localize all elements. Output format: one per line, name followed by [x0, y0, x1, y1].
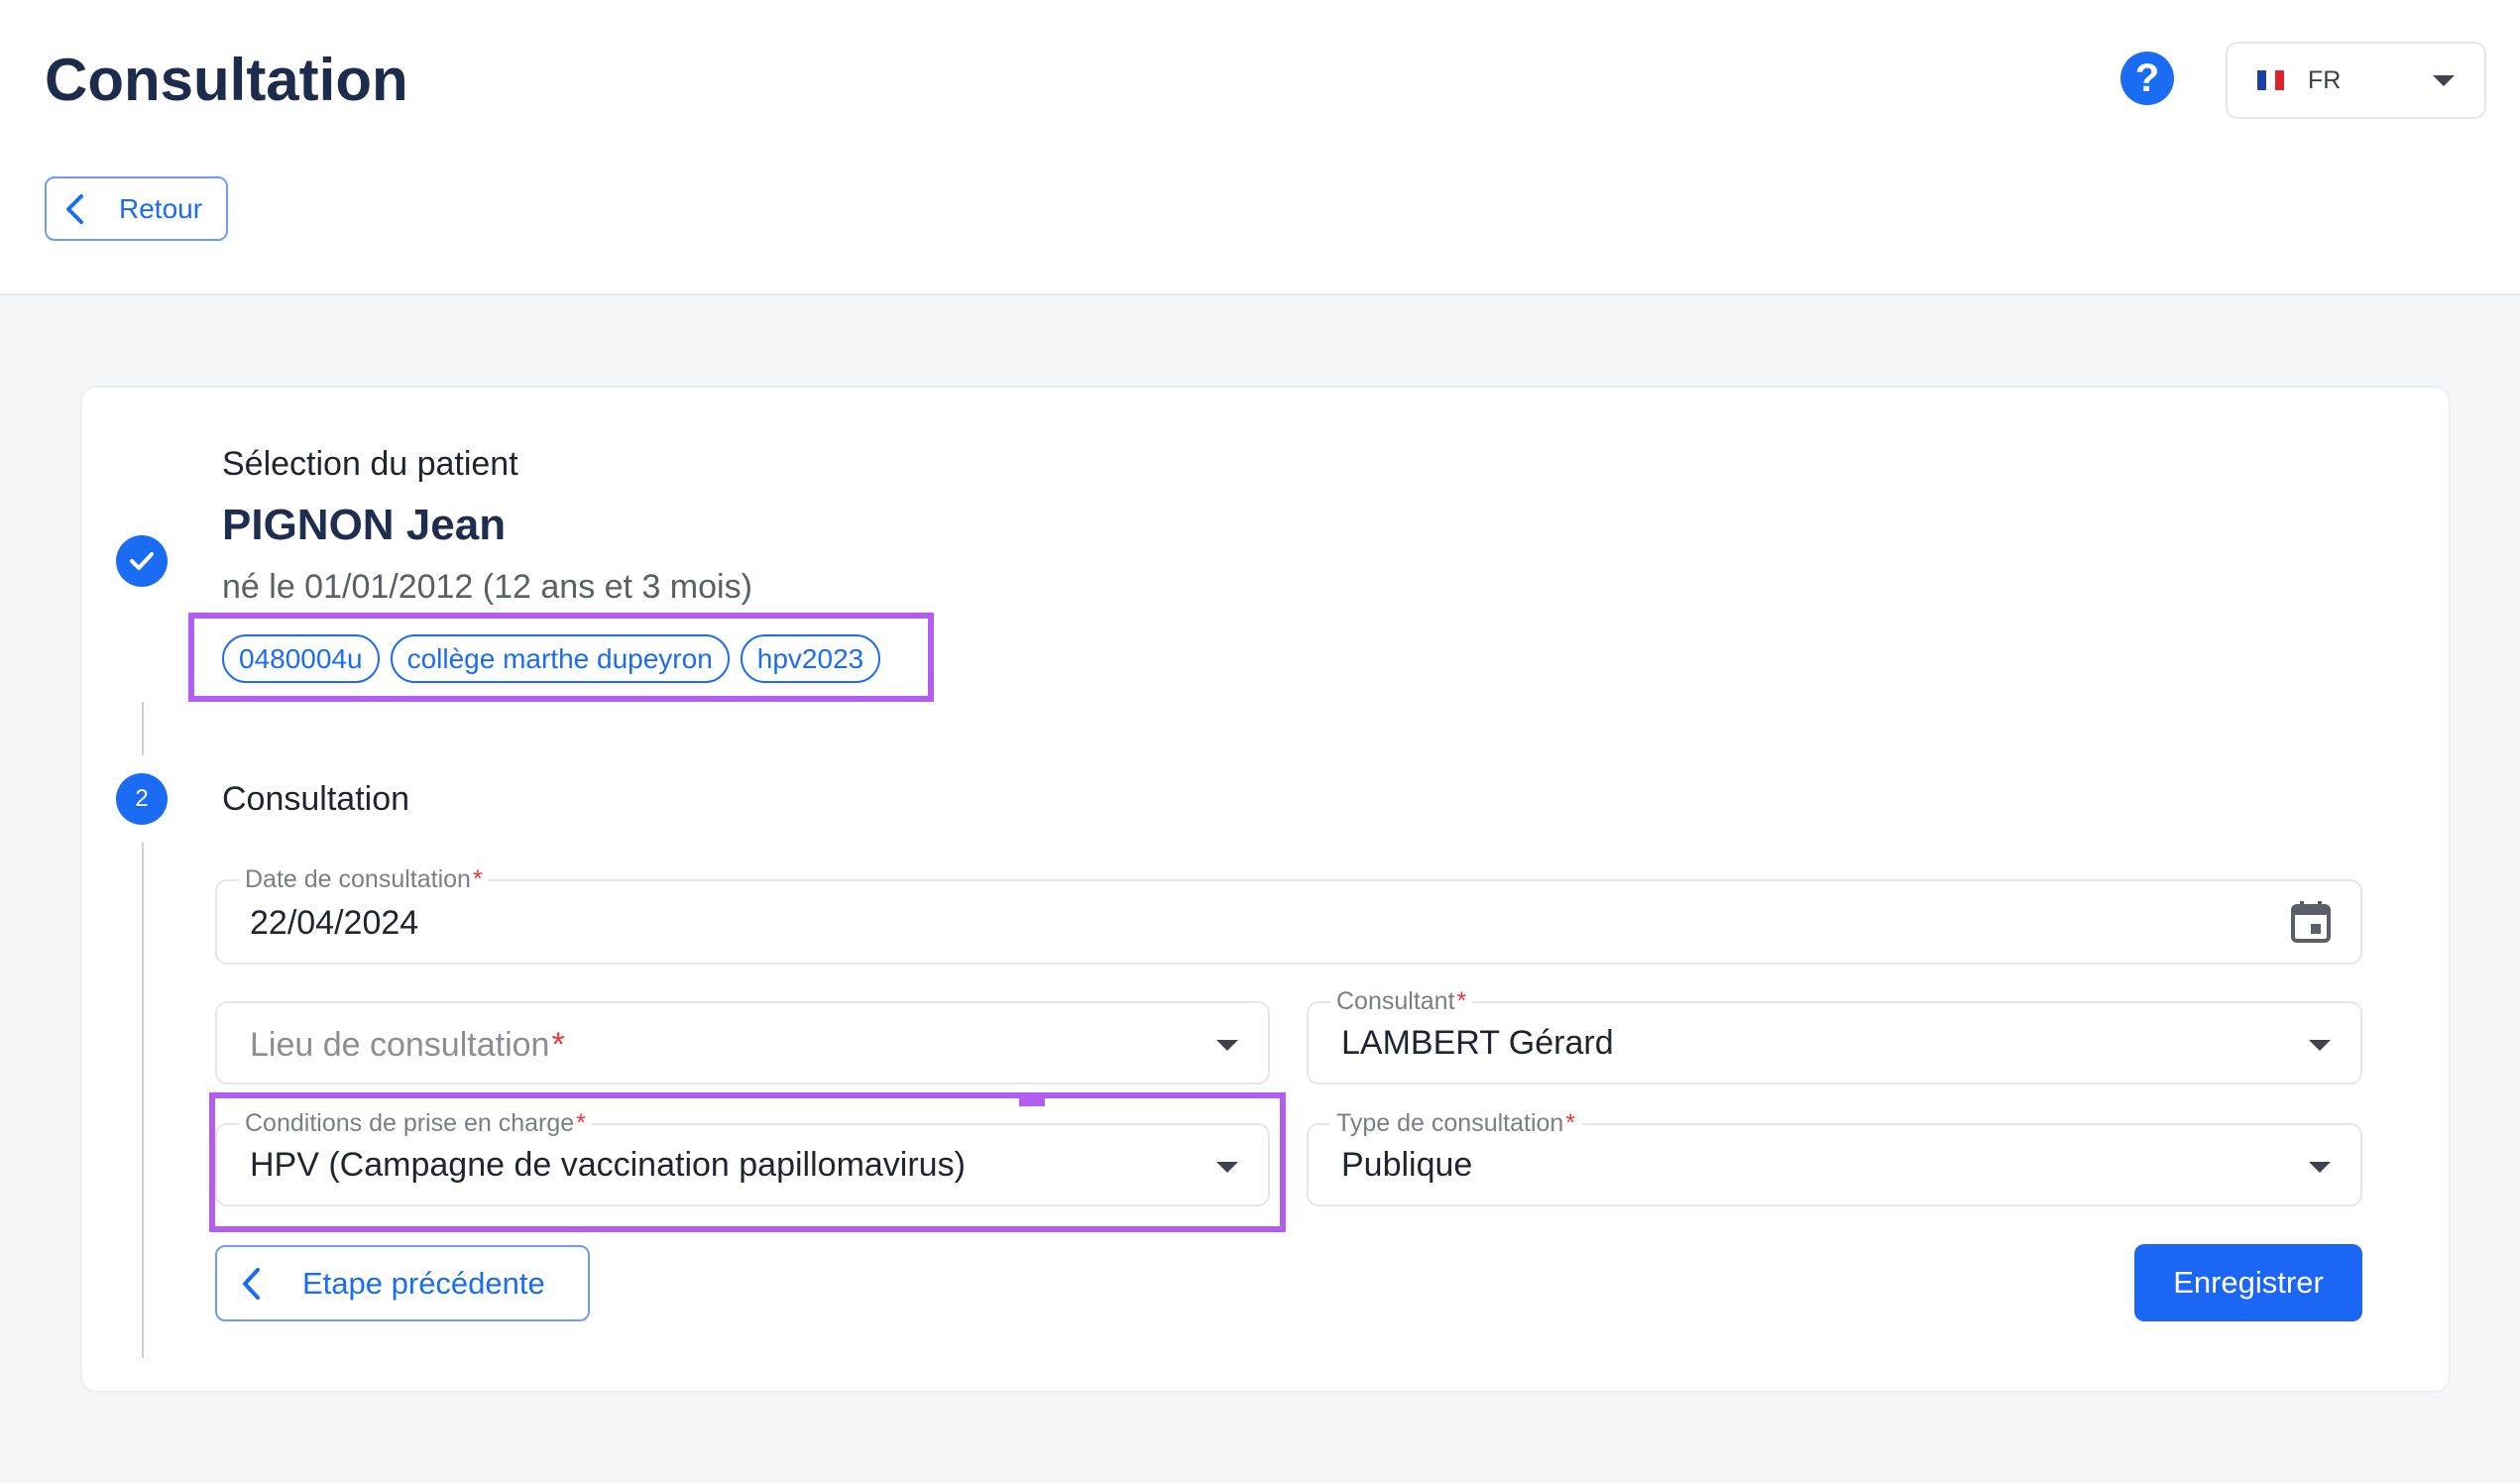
- field-label: Type de consultation*: [1330, 1109, 1582, 1137]
- chevron-down-icon: [2309, 1040, 2331, 1051]
- field-placeholder: Lieu de consultation*: [250, 1026, 565, 1064]
- previous-step-label: Etape précédente: [302, 1266, 545, 1301]
- consultation-date-value: 22/04/2024: [250, 904, 419, 942]
- field-label: Date de consultation*: [239, 865, 489, 893]
- tag-chip[interactable]: hpv2023: [740, 634, 881, 683]
- calendar-icon[interactable]: [2289, 899, 2333, 945]
- required-mark: *: [1456, 987, 1467, 1015]
- required-mark: *: [551, 1026, 565, 1064]
- step-connector: [142, 702, 144, 755]
- chevron-left-icon: [66, 194, 83, 224]
- france-flag-icon: [2257, 70, 2284, 90]
- chevron-down-icon: [2309, 1162, 2331, 1173]
- consultation-place-select[interactable]: Lieu de consultation*: [215, 1001, 1270, 1084]
- step-2-indicator: 2: [116, 773, 168, 825]
- help-circle-icon[interactable]: ?: [2120, 52, 2174, 105]
- step-connector: [142, 843, 144, 1358]
- step-2-title: Consultation: [222, 780, 410, 818]
- check-icon: [130, 552, 154, 570]
- consultation-type-select[interactable]: Type de consultation* Publique: [1307, 1109, 2362, 1206]
- back-label: Retour: [119, 193, 203, 224]
- consultant-value: LAMBERT Gérard: [1341, 1024, 1614, 1062]
- chevron-down-icon: [2433, 75, 2455, 86]
- tag-chip[interactable]: 0480004u: [222, 634, 380, 683]
- highlight-notch: [1019, 1096, 1045, 1106]
- step-1-title: Sélection du patient: [222, 445, 518, 483]
- chevron-down-icon: [1216, 1040, 1238, 1051]
- required-mark: *: [472, 865, 483, 893]
- step-1-completed-indicator: [116, 535, 168, 587]
- consultation-type-value: Publique: [1341, 1146, 1473, 1184]
- language-select[interactable]: FR: [2226, 42, 2486, 119]
- page-header: [0, 0, 2520, 295]
- conditions-highlight-box: [209, 1092, 1286, 1232]
- required-mark: *: [1565, 1109, 1576, 1137]
- back-button[interactable]: Retour: [45, 176, 228, 241]
- language-code: FR: [2308, 66, 2342, 94]
- patient-tags: 0480004u collège marthe dupeyron hpv2023: [222, 634, 881, 683]
- patient-name: PIGNON Jean: [222, 501, 507, 549]
- page-title: Consultation: [45, 47, 408, 113]
- patient-birth-info: né le 01/01/2012 (12 ans et 3 mois): [222, 568, 752, 606]
- consultation-date-field[interactable]: Date de consultation* 22/04/2024: [215, 865, 2362, 965]
- previous-step-button[interactable]: Etape précédente: [215, 1245, 590, 1321]
- save-button[interactable]: Enregistrer: [2134, 1244, 2362, 1321]
- field-label: Consultant*: [1330, 987, 1473, 1015]
- consultant-select[interactable]: Consultant* LAMBERT Gérard: [1307, 987, 2362, 1084]
- tag-chip[interactable]: collège marthe dupeyron: [390, 634, 730, 683]
- chevron-left-icon: [243, 1268, 260, 1300]
